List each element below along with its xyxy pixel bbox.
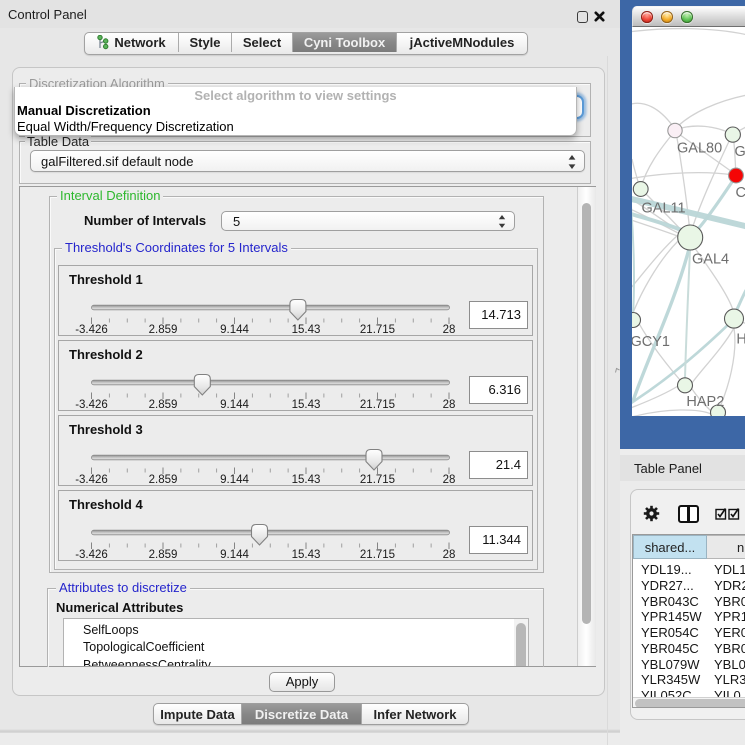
svg-text:9.144: 9.144	[220, 474, 249, 486]
svg-text:21.715: 21.715	[360, 399, 395, 411]
svg-text:GAL2: GAL2	[735, 144, 745, 160]
svg-text:-3.426: -3.426	[75, 549, 108, 561]
svg-text:15.43: 15.43	[292, 399, 321, 411]
svg-text:21.715: 21.715	[360, 474, 395, 486]
svg-text:-3.426: -3.426	[75, 399, 108, 411]
svg-text:15.43: 15.43	[292, 324, 321, 336]
svg-text:GAL11: GAL11	[642, 200, 686, 216]
svg-text:9.144: 9.144	[220, 549, 249, 561]
svg-text:2.859: 2.859	[149, 474, 178, 486]
svg-text:GAL4: GAL4	[692, 252, 729, 268]
svg-text:-3.426: -3.426	[75, 324, 108, 336]
svg-text:15.43: 15.43	[292, 549, 321, 561]
svg-text:GAL80: GAL80	[677, 141, 722, 157]
svg-text:21.715: 21.715	[360, 549, 395, 561]
svg-text:GCY1: GCY1	[632, 334, 670, 350]
svg-text:2.859: 2.859	[149, 399, 178, 411]
svg-text:21.715: 21.715	[360, 324, 395, 336]
svg-text:28: 28	[443, 399, 456, 411]
svg-text:HIS: HIS	[736, 332, 745, 348]
svg-text:15.43: 15.43	[292, 474, 321, 486]
svg-text:-3.426: -3.426	[75, 474, 108, 486]
svg-text:2.859: 2.859	[149, 549, 178, 561]
svg-text:9.144: 9.144	[220, 399, 249, 411]
svg-text:2.859: 2.859	[149, 324, 178, 336]
svg-text:9.144: 9.144	[220, 324, 249, 336]
svg-text:28: 28	[443, 324, 456, 336]
svg-text:28: 28	[443, 474, 456, 486]
svg-text:HAP2: HAP2	[686, 394, 724, 410]
svg-text:28: 28	[443, 549, 456, 561]
svg-text:CDC: CDC	[736, 185, 745, 201]
